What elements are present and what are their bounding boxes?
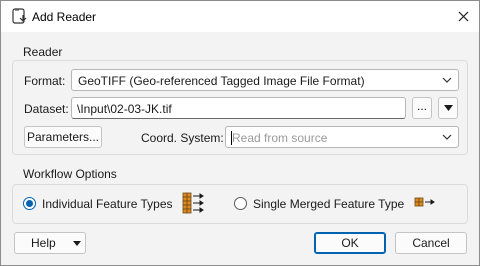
format-select[interactable]: GeoTIFF (Geo-referenced Tagged Image Fil… [71, 69, 459, 91]
format-label: Format: [24, 74, 66, 88]
coord-system-select[interactable]: Read from source [225, 126, 459, 148]
help-label: Help [31, 236, 56, 250]
dataset-label: Dataset: [24, 102, 69, 116]
coord-system-placeholder: Read from source [232, 131, 328, 145]
individual-feature-types-label[interactable]: Individual Feature Types [42, 197, 173, 211]
ok-button[interactable]: OK [314, 232, 386, 254]
close-button[interactable] [447, 1, 479, 32]
format-value: GeoTIFF (Geo-referenced Tagged Image Fil… [78, 74, 365, 88]
cancel-button[interactable]: Cancel [395, 232, 467, 254]
single-merged-feature-type-label[interactable]: Single Merged Feature Type [253, 197, 404, 211]
coord-system-label: Coord. System: [141, 131, 224, 145]
chevron-down-icon [442, 77, 452, 83]
add-reader-dialog: Add Reader Reader Format: GeoTIFF (Geo-r… [0, 0, 480, 266]
single-merged-feature-type-radio[interactable] [234, 197, 247, 210]
close-icon [458, 11, 468, 22]
parameters-button[interactable]: Parameters... [24, 126, 102, 148]
dataset-options-button[interactable] [438, 97, 458, 119]
single-merged-feature-type-icon [414, 197, 435, 207]
reader-document-icon [12, 8, 27, 24]
title-bar: Add Reader [1, 1, 479, 32]
help-button[interactable]: Help [14, 232, 86, 254]
browse-button[interactable]: ... [412, 97, 432, 119]
dataset-input[interactable]: \Input\02-03-JK.tif [71, 97, 406, 119]
individual-feature-types-radio[interactable] [23, 197, 36, 210]
chevron-down-icon [442, 134, 452, 140]
window-title: Add Reader [32, 10, 97, 24]
caret-down-icon [444, 105, 453, 111]
caret-down-icon [73, 241, 81, 246]
reader-group-label: Reader [23, 45, 63, 59]
individual-feature-types-icon [182, 192, 204, 214]
workflow-options-label: Workflow Options [23, 167, 117, 181]
dataset-value: \Input\02-03-JK.tif [77, 102, 172, 116]
